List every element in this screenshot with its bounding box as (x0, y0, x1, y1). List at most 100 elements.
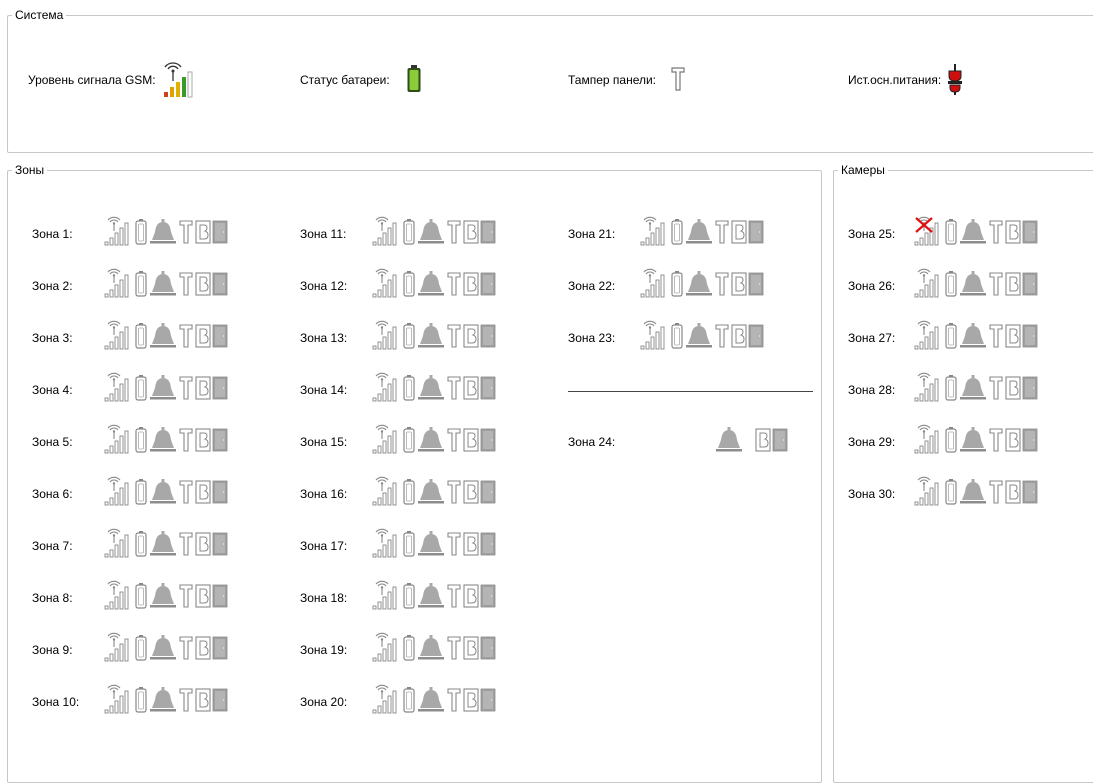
zone-label: Зона 4: (32, 383, 73, 397)
tamper-icon (446, 476, 462, 509)
bell-icon (958, 476, 988, 509)
bypass-icon (462, 268, 480, 301)
tamper-icon (178, 216, 194, 249)
battery-icon (402, 684, 416, 717)
bell-icon (148, 268, 178, 301)
zone-status-icons (640, 268, 764, 301)
tamper-icon (714, 216, 730, 249)
tamper-icon (178, 320, 194, 353)
tamper-icon (988, 320, 1004, 353)
zone-label: Зона 12: (300, 279, 348, 293)
camera-zone-29-row: Зона 29: (848, 424, 1038, 457)
bell-icon (714, 424, 744, 457)
tamper-icon (446, 528, 462, 561)
signal-icon (104, 632, 134, 665)
battery-icon (134, 216, 148, 249)
battery-icon (670, 216, 684, 249)
battery-icon (944, 216, 958, 249)
door-icon (1022, 216, 1038, 249)
signal-icon (104, 372, 134, 405)
signal-icon (104, 684, 134, 717)
bypass-icon (730, 268, 748, 301)
signal-icon (914, 320, 944, 353)
bell-icon (958, 424, 988, 457)
tamper-icon (178, 372, 194, 405)
zone-status-icons (372, 268, 496, 301)
zone-label: Зона 8: (32, 591, 73, 605)
signal-icon (914, 372, 944, 405)
camera-zone-28-row: Зона 28: (848, 372, 1038, 405)
zone-8-row: Зона 8: (32, 580, 228, 613)
tamper-icon (178, 268, 194, 301)
gsm-status: Уровень сигнала GSM: (28, 58, 200, 102)
door-icon (748, 268, 764, 301)
battery-icon (402, 632, 416, 665)
door-icon (1022, 268, 1038, 301)
zone-status-icons (104, 632, 228, 665)
battery-icon (944, 320, 958, 353)
bypass-icon (730, 216, 748, 249)
bell-icon (416, 216, 446, 249)
door-icon (480, 424, 496, 457)
zone-20-row: Зона 20: (300, 684, 496, 717)
bell-icon (416, 424, 446, 457)
tamper-icon (178, 684, 194, 717)
zone-status-icons (372, 216, 496, 249)
bell-icon (416, 684, 446, 717)
tamper-icon (988, 424, 1004, 457)
signal-icon (104, 268, 134, 301)
zone-status-icons (372, 372, 496, 405)
bypass-icon (194, 528, 212, 561)
zone-label: Зона 9: (32, 643, 73, 657)
zone-label: Зона 30: (848, 487, 896, 501)
battery-icon (134, 632, 148, 665)
battery-icon (402, 476, 416, 509)
camera-zone-30-row: Зона 30: (848, 476, 1038, 509)
zone-status-icons (372, 424, 496, 457)
zone-6-row: Зона 6: (32, 476, 228, 509)
battery-icon (134, 320, 148, 353)
tamper-icon (670, 64, 686, 97)
zones-legend: Зоны (15, 163, 45, 177)
signal-icon (372, 424, 402, 457)
zone-22-row: Зона 22: (568, 268, 764, 301)
door-icon (212, 372, 228, 405)
zone-label: Зона 14: (300, 383, 348, 397)
zone-21-row: Зона 21: (568, 216, 764, 249)
signal-icon (914, 476, 944, 509)
zone-status-icons (104, 320, 228, 353)
signal-icon (104, 476, 134, 509)
battery-status: Статус батареи: (300, 58, 422, 102)
bypass-icon (1004, 216, 1022, 249)
door-icon (212, 476, 228, 509)
bell-icon (148, 632, 178, 665)
tamper-icon (178, 580, 194, 613)
battery-icon (402, 216, 416, 249)
zone-status-icons (104, 528, 228, 561)
bell-icon (148, 580, 178, 613)
signal-icon (104, 216, 134, 249)
gsm-label: Уровень сигнала GSM: (28, 73, 156, 87)
bell-icon (416, 632, 446, 665)
battery-icon (402, 268, 416, 301)
signal-icon (640, 320, 670, 353)
battery-icon (134, 528, 148, 561)
zone-24-row: Зона 24: (568, 427, 788, 457)
bell-icon (416, 372, 446, 405)
zone-status-icons (914, 424, 1038, 457)
signal-icon (104, 580, 134, 613)
tamper-icon (446, 268, 462, 301)
battery-icon (402, 424, 416, 457)
zone-label: Зона 20: (300, 695, 348, 709)
zone-label: Зона 11: (300, 227, 347, 241)
bypass-icon (462, 684, 480, 717)
zone-status-icons (372, 580, 496, 613)
battery-icon (134, 268, 148, 301)
zone-label: Зона 28: (848, 383, 896, 397)
tamper-icon (178, 528, 194, 561)
zone-5-row: Зона 5: (32, 424, 228, 457)
zone-3-row: Зона 3: (32, 320, 228, 353)
zone-label: Зона 16: (300, 487, 348, 501)
door-icon (212, 528, 228, 561)
zone-label: Зона 22: (568, 279, 616, 293)
